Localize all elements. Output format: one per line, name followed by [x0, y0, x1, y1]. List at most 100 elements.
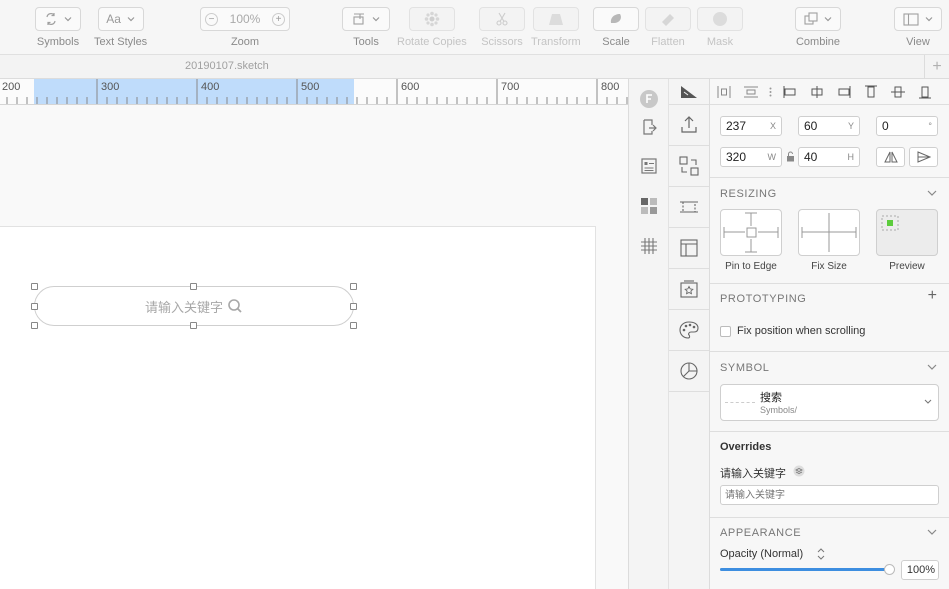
flatten-button[interactable]: [645, 7, 691, 31]
ruler-label: 400: [201, 81, 220, 93]
ruler-label: 700: [501, 81, 520, 93]
transform-group[interactable]: Transform: [531, 7, 581, 48]
symbol-path: Symbols/: [760, 405, 798, 415]
view-icon: [903, 12, 919, 26]
fix-size-option[interactable]: [798, 209, 860, 256]
upload-button[interactable]: [669, 105, 709, 146]
align-right-button[interactable]: [830, 85, 857, 98]
new-tab-button[interactable]: +: [924, 55, 949, 78]
align-middle-button[interactable]: [884, 85, 911, 99]
x-field[interactable]: 237 X: [720, 116, 782, 136]
chart-button[interactable]: [669, 351, 709, 392]
swatches-button[interactable]: [629, 186, 669, 226]
distribute-vertical-button[interactable]: [737, 86, 764, 98]
star-frame-icon: [680, 280, 698, 298]
chevron-down-icon[interactable]: [927, 529, 937, 536]
search-bar-symbol[interactable]: 请输入关键字: [34, 286, 354, 326]
export-page-button[interactable]: [629, 107, 669, 147]
rotation-field[interactable]: 0 °: [876, 116, 938, 136]
height-field[interactable]: 40 H: [798, 147, 860, 167]
grid-button[interactable]: [629, 226, 669, 266]
rotate-copies-button[interactable]: [408, 7, 455, 31]
document-title: 20190107.sketch: [185, 60, 269, 72]
symbols-icon: [46, 13, 56, 25]
align-bottom-button[interactable]: [911, 85, 938, 99]
scale-button[interactable]: [593, 7, 639, 31]
more-options-icon[interactable]: [764, 87, 776, 97]
flip-horizontal-button[interactable]: [876, 147, 905, 167]
measure-tool-button[interactable]: [669, 79, 709, 105]
layout-panel-button[interactable]: [669, 228, 709, 269]
transform-button[interactable]: [532, 7, 579, 31]
y-field[interactable]: 60 Y: [798, 116, 860, 136]
text-styles-button[interactable]: Aa: [97, 7, 144, 31]
combine-group[interactable]: Combine: [795, 7, 841, 48]
tools-group[interactable]: Tools: [342, 7, 390, 48]
swap-layout-icon: [679, 156, 699, 176]
tools-button[interactable]: [342, 7, 390, 31]
toolbar: Symbols Aa Text Styles − 100% + Zoom Too…: [0, 0, 949, 55]
mask-group[interactable]: Mask: [697, 7, 743, 48]
artboard[interactable]: [0, 226, 596, 589]
text-styles-label: Text Styles: [94, 36, 148, 48]
symbol-picker[interactable]: 搜索 Symbols/: [720, 384, 939, 421]
scissors-group[interactable]: Scissors: [479, 7, 525, 48]
list-panel-button[interactable]: [629, 146, 669, 186]
combine-button[interactable]: [795, 7, 841, 31]
resize-handle[interactable]: [31, 283, 38, 290]
horizontal-ruler[interactable]: 200 300 400 500 600 700 800: [0, 79, 628, 105]
scale-group[interactable]: Scale: [593, 7, 639, 48]
opacity-value-field[interactable]: 100%: [901, 560, 939, 580]
zoom-in-button[interactable]: +: [271, 12, 285, 26]
text-styles-group[interactable]: Aa Text Styles: [94, 7, 147, 48]
lock-icon[interactable]: [786, 151, 795, 162]
align-left-button[interactable]: [776, 85, 803, 98]
swap-layout-button[interactable]: [669, 146, 709, 187]
color-palette-button[interactable]: [669, 310, 709, 351]
symbols-group[interactable]: Symbols: [35, 7, 81, 48]
y-value: 60: [804, 119, 818, 133]
distribute-horizontal-button[interactable]: [710, 85, 737, 98]
add-prototype-button[interactable]: +: [928, 287, 937, 305]
prototyping-title: PROTOTYPING: [720, 293, 807, 305]
fix-position-checkbox[interactable]: [720, 326, 731, 337]
resize-handle[interactable]: [350, 303, 357, 310]
chevron-down-icon[interactable]: [927, 364, 937, 371]
resize-handle[interactable]: [31, 322, 38, 329]
favorite-artboard-button[interactable]: [669, 269, 709, 310]
align-top-button[interactable]: [857, 85, 884, 99]
pin-to-edge-option[interactable]: [720, 209, 782, 256]
zoom-out-button[interactable]: −: [205, 12, 218, 26]
width-field[interactable]: 320 W: [720, 147, 782, 167]
opacity-slider[interactable]: [720, 564, 895, 575]
chevron-down-icon[interactable]: [927, 190, 937, 197]
layout-panel-icon: [680, 239, 698, 257]
inspector-panel: 237 X 60 Y 0 ° 320 W 40 H RESIZING Pin to Edg…: [710, 79, 949, 589]
canvas[interactable]: 请输入关键字: [0, 105, 628, 589]
view-group[interactable]: View: [894, 7, 942, 48]
flip-vertical-button[interactable]: [909, 147, 938, 167]
resize-handle[interactable]: [350, 283, 357, 290]
resize-handle[interactable]: [350, 322, 357, 329]
zoom-control[interactable]: − 100% +: [200, 7, 290, 31]
override-label: 请输入关键字: [720, 468, 786, 480]
align-center-button[interactable]: [803, 85, 830, 98]
updown-chevron-icon[interactable]: [817, 548, 825, 560]
opacity-blend-label[interactable]: Opacity (Normal): [720, 548, 803, 560]
resize-handle[interactable]: [190, 322, 197, 329]
override-text-input[interactable]: [720, 485, 939, 505]
view-button[interactable]: [894, 7, 942, 31]
rotation-value: 0: [882, 119, 889, 133]
opacity-slider-knob[interactable]: [884, 564, 895, 575]
scale-icon: [610, 14, 621, 23]
resize-handle[interactable]: [31, 303, 38, 310]
rotate-copies-group[interactable]: Rotate Copies: [397, 7, 467, 48]
mask-button[interactable]: [697, 7, 743, 31]
frame-button[interactable]: [669, 187, 709, 228]
scissors-button[interactable]: [479, 7, 525, 31]
symbols-button[interactable]: [35, 7, 81, 31]
chevron-down-icon: [372, 17, 380, 22]
chevron-down-icon: [824, 17, 832, 22]
resize-handle[interactable]: [190, 283, 197, 290]
flatten-group[interactable]: Flatten: [645, 7, 691, 48]
